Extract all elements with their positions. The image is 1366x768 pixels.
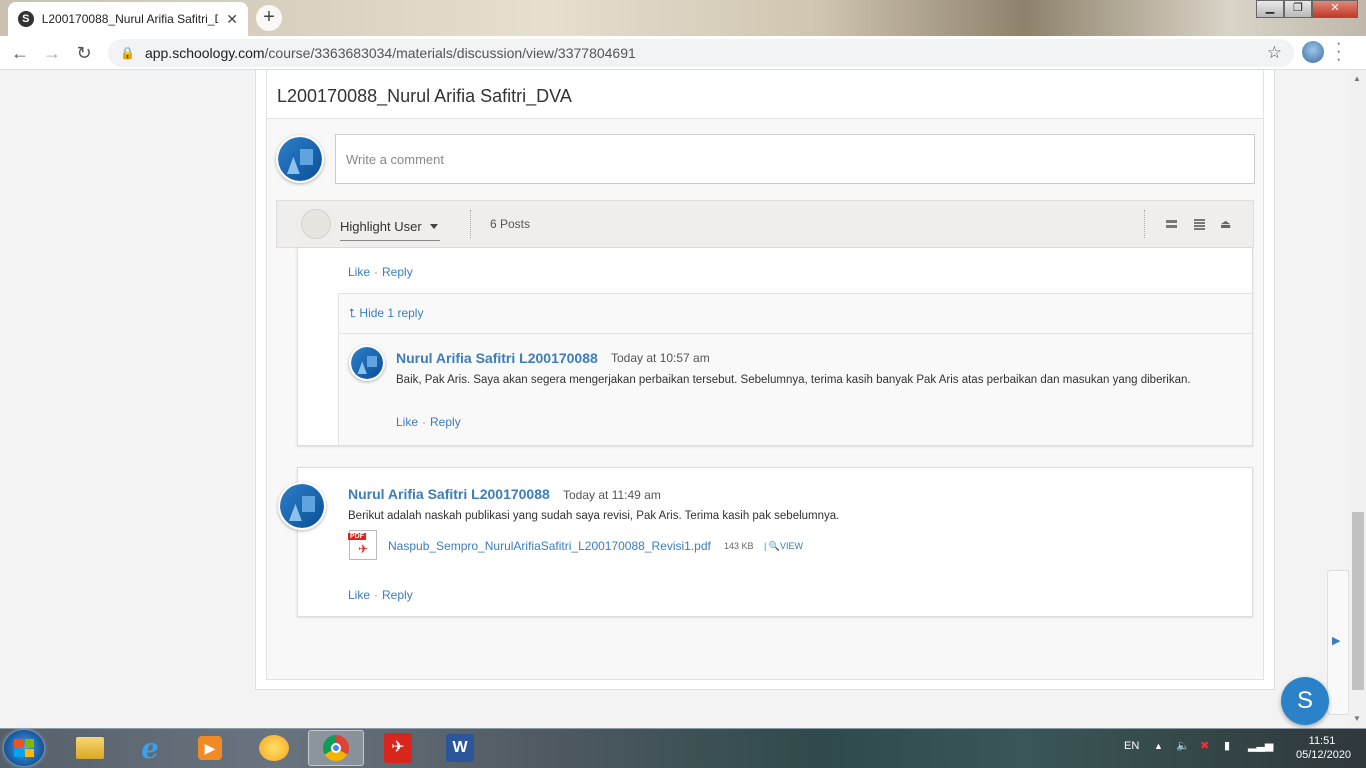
posts-count: 6 Posts (490, 217, 531, 231)
network-error-icon[interactable]: ✖ (1200, 739, 1209, 752)
toolbar-divider (470, 210, 471, 238)
reply-link[interactable]: Reply (430, 415, 461, 429)
comment-box[interactable] (335, 134, 1255, 184)
profile-avatar[interactable] (1302, 41, 1324, 63)
internet-explorer-taskbar-icon[interactable]: e (122, 730, 178, 766)
reply-author-avatar[interactable] (349, 345, 385, 381)
browser-tab-strip: S L200170088_Nurul Arifia Safitri_D ✕ + … (0, 0, 1366, 36)
comment-actions: Like · Reply (348, 265, 413, 279)
maximize-button[interactable]: ❐ (1284, 0, 1312, 18)
word-taskbar-icon[interactable]: W (432, 730, 488, 766)
view-label: VIEW (780, 541, 804, 551)
address-bar: ← → ↻ 🔒 app.schoology.com/course/3363683… (0, 36, 1366, 70)
paint-taskbar-icon[interactable] (246, 730, 302, 766)
schoology-assistant-button[interactable]: S (1281, 677, 1329, 725)
media-player-taskbar-icon[interactable]: ▶ (182, 730, 238, 766)
post-message: Berikut adalah naskah publikasi yang sud… (348, 510, 840, 522)
url-path: /course/3363683034/materials/discussion/… (264, 45, 636, 61)
collapse-all-icon[interactable]: ⏏ (1220, 217, 1234, 231)
divider (339, 333, 1252, 334)
like-link[interactable]: Like (396, 415, 418, 429)
reply-message: Baik, Pak Aris. Saya akan segera mengerj… (396, 374, 1191, 386)
url-domain: app.schoology.com (144, 45, 265, 61)
lock-icon: 🔒 (120, 46, 135, 60)
scroll-up-arrow[interactable]: ▲ (1353, 74, 1361, 83)
separator: · (422, 415, 427, 429)
toolbar-divider (1144, 210, 1145, 238)
highlight-user-dropdown[interactable]: Highlight User (340, 219, 440, 241)
close-window-button[interactable]: ✕ (1312, 0, 1358, 18)
reply-actions: Like · Reply (396, 415, 461, 429)
minimize-button[interactable]: ▁ (1256, 0, 1284, 18)
scroll-down-arrow[interactable]: ▼ (1353, 714, 1361, 723)
reply-author-name[interactable]: Nurul Arifia Safitri L200170088 (396, 350, 598, 366)
highlight-user-avatar (301, 209, 331, 239)
clock-date: 05/12/2020 (1296, 749, 1352, 761)
replies-container (338, 293, 1252, 445)
tray-expand-icon[interactable]: ▲ (1154, 741, 1163, 751)
tab-title: L200170088_Nurul Arifia Safitri_D (41, 12, 219, 26)
reply-link[interactable]: Reply (382, 265, 413, 279)
window-controls: ▁ ❐ ✕ (1256, 0, 1358, 18)
taskbar-clock[interactable]: 11:51 05/12/2020 (1296, 734, 1352, 762)
windows-logo-icon (14, 739, 34, 757)
signal-icon[interactable]: ▂▃▅ (1248, 739, 1273, 752)
bookmark-star-icon[interactable]: ☆ (1267, 43, 1282, 63)
url-field[interactable]: 🔒 app.schoology.com/course/3363683034/ma… (108, 39, 1294, 67)
like-link[interactable]: Like (348, 265, 370, 279)
close-tab-icon[interactable]: ✕ (226, 11, 238, 28)
explorer-taskbar-icon[interactable] (62, 730, 118, 766)
schoology-favicon-icon: S (18, 11, 34, 27)
chevron-down-icon (430, 224, 438, 229)
collapsed-view-icon[interactable] (1166, 220, 1177, 228)
clock-time: 11:51 (1308, 735, 1336, 747)
speaker-icon[interactable]: 🔈 (1176, 739, 1190, 752)
battery-icon[interactable]: ▮ (1224, 739, 1230, 752)
attachment-view-link[interactable]: | 🔍VIEW (764, 541, 803, 552)
chevron-right-icon[interactable]: ▶ (1332, 634, 1340, 647)
language-indicator[interactable]: EN (1124, 740, 1139, 752)
post-author-name[interactable]: Nurul Arifia Safitri L200170088 (348, 486, 550, 502)
pdf-label: PDF (348, 533, 366, 540)
page-title: L200170088_Nurul Arifia Safitri_DVA (277, 86, 572, 106)
post-actions: Like · Reply (348, 588, 413, 602)
reply-link[interactable]: Reply (382, 588, 413, 602)
chrome-taskbar-icon[interactable] (308, 730, 364, 766)
user-avatar (276, 135, 324, 183)
hide-replies-link[interactable]: ⮤ Hide 1 reply (349, 306, 423, 321)
url-text: app.schoology.com/course/3363683034/mate… (145, 45, 636, 61)
acrobat-taskbar-icon[interactable]: ✈ (370, 730, 426, 766)
scrollbar-thumb[interactable] (1352, 512, 1364, 690)
attachment-link[interactable]: Naspub_Sempro_NurulArifiaSafitri_L200170… (388, 539, 711, 553)
new-tab-button[interactable]: + (256, 5, 282, 31)
browser-tab[interactable]: S L200170088_Nurul Arifia Safitri_D ✕ (8, 2, 248, 36)
separator: · (374, 265, 379, 279)
post-author-avatar[interactable] (278, 482, 326, 530)
attachment-size: 143 KB (724, 541, 754, 551)
comment-input[interactable] (336, 135, 1254, 183)
reload-button[interactable]: ↻ (72, 41, 96, 65)
browser-menu-icon[interactable]: · · · (1336, 36, 1341, 68)
post-timestamp: Today at 11:49 am (563, 488, 661, 502)
reply-timestamp: Today at 10:57 am (611, 351, 710, 365)
like-link[interactable]: Like (348, 588, 370, 602)
acrobat-icon: ✈ (358, 542, 369, 556)
expanded-view-icon[interactable] (1194, 219, 1205, 230)
hide-replies-label: Hide 1 reply (359, 306, 424, 320)
back-button[interactable]: ← (8, 41, 32, 65)
forward-button[interactable]: → (40, 41, 64, 65)
separator: · (374, 588, 379, 602)
